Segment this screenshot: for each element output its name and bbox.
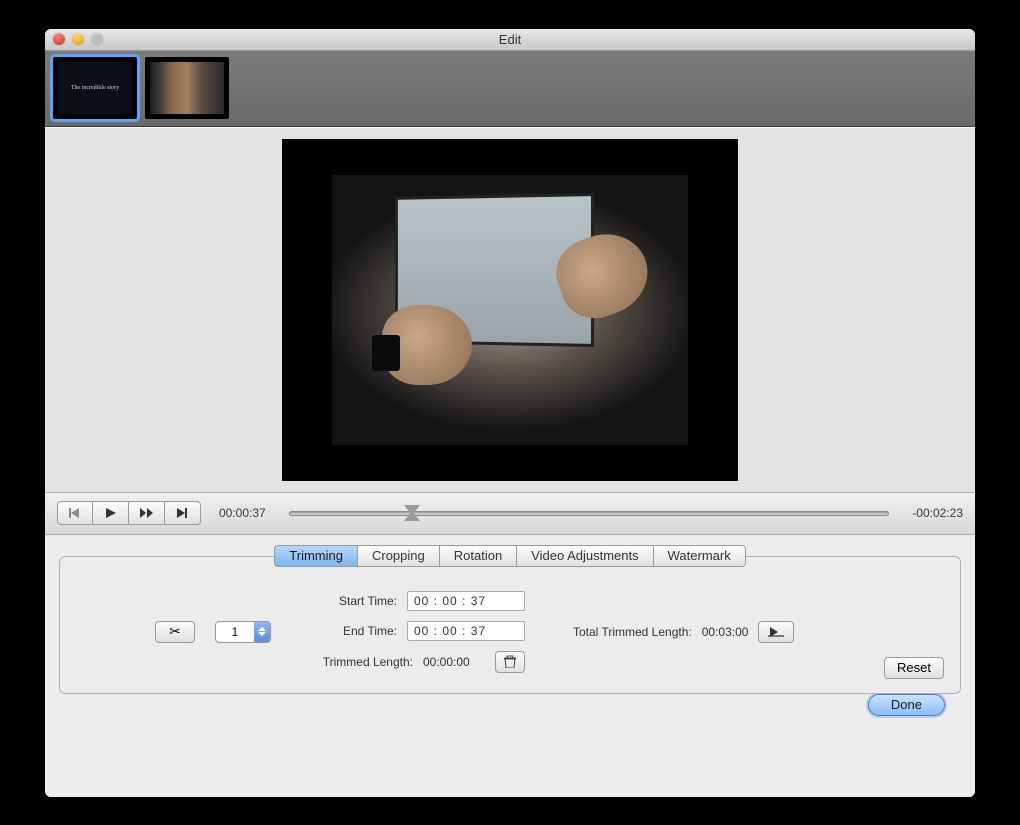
skip-back-icon [69,508,81,518]
trash-icon [504,655,516,668]
segment-value: 1 [216,625,254,639]
trimming-pane: ✂ 1 Start Time: 00 : 00 : 37 [59,556,961,694]
slider-track [289,511,889,516]
total-trimmed-group: Total Trimmed Length: 00:03:00 [573,621,794,643]
delete-segment-button[interactable] [495,651,525,673]
end-time-value: 00 : 00 : 37 [414,624,486,638]
cut-button[interactable]: ✂ [155,621,195,643]
thumbnail-1-image: The incredible story [58,62,132,114]
end-time-row: End Time: 00 : 00 : 37 [291,621,525,641]
remaining-time: -00:02:23 [901,506,963,520]
playhead-slider[interactable] [289,504,889,522]
stepper-up-icon [258,627,266,631]
segment-stepper[interactable]: 1 [215,621,271,643]
trimmed-length-row: Trimmed Length: 00:00:00 [291,651,525,673]
titlebar: Edit [45,29,975,51]
video-frame [282,139,738,481]
thumbnails-bar: The incredible story [45,51,975,127]
play-trimmed-icon [768,627,784,637]
preview-area [45,127,975,493]
edit-tabs-panel: Trimming Cropping Rotation Video Adjustm… [45,535,975,797]
done-button[interactable]: Done [868,694,945,716]
footer: Done [59,694,961,732]
trimmed-length-value: 00:00:00 [423,655,485,669]
stepper-arrows[interactable] [254,622,270,642]
tab-cropping[interactable]: Cropping [358,545,440,567]
thumbnail-1-caption: The incredible story [71,84,119,92]
end-time-label: End Time: [291,624,397,638]
reset-button[interactable]: Reset [884,657,944,679]
play-trimmed-button[interactable] [758,621,794,643]
tab-trimming[interactable]: Trimming [274,545,358,567]
end-time-input[interactable]: 00 : 00 : 37 [407,621,525,641]
tab-rotation[interactable]: Rotation [440,545,517,567]
tabs-row: Trimming Cropping Rotation Video Adjustm… [59,545,961,567]
start-time-label: Start Time: [291,594,397,608]
tab-watermark[interactable]: Watermark [654,545,746,567]
thumbnail-1[interactable]: The incredible story [53,57,137,119]
stepper-down-icon [258,632,266,636]
total-trimmed-label: Total Trimmed Length: [573,625,692,639]
thumbnail-2[interactable] [145,57,229,119]
video-preview-image [332,175,688,445]
start-time-row: Start Time: 00 : 00 : 37 [291,591,525,611]
thumbnail-2-image [150,62,224,114]
scissors-icon: ✂ [169,623,181,640]
fast-forward-icon [140,508,154,518]
edit-window: Edit The incredible story [45,29,975,797]
prev-clip-button[interactable] [57,501,93,525]
slider-thumb[interactable] [404,505,420,521]
tab-video-adjustments[interactable]: Video Adjustments [517,545,653,567]
current-time: 00:00:37 [219,506,277,520]
next-clip-button[interactable] [165,501,201,525]
start-time-input[interactable]: 00 : 00 : 37 [407,591,525,611]
trimmed-length-label: Trimmed Length: [307,655,413,669]
window-title: Edit [45,32,975,47]
next-frame-button[interactable] [129,501,165,525]
play-icon [106,508,116,518]
playback-controls [57,501,201,525]
playback-bar: 00:00:37 -00:02:23 [45,493,975,535]
time-fields: Start Time: 00 : 00 : 37 End Time: 00 : … [291,591,525,673]
start-time-value: 00 : 00 : 37 [414,594,486,608]
skip-forward-icon [177,508,189,518]
total-trimmed-value: 00:03:00 [702,625,749,639]
play-button[interactable] [93,501,129,525]
